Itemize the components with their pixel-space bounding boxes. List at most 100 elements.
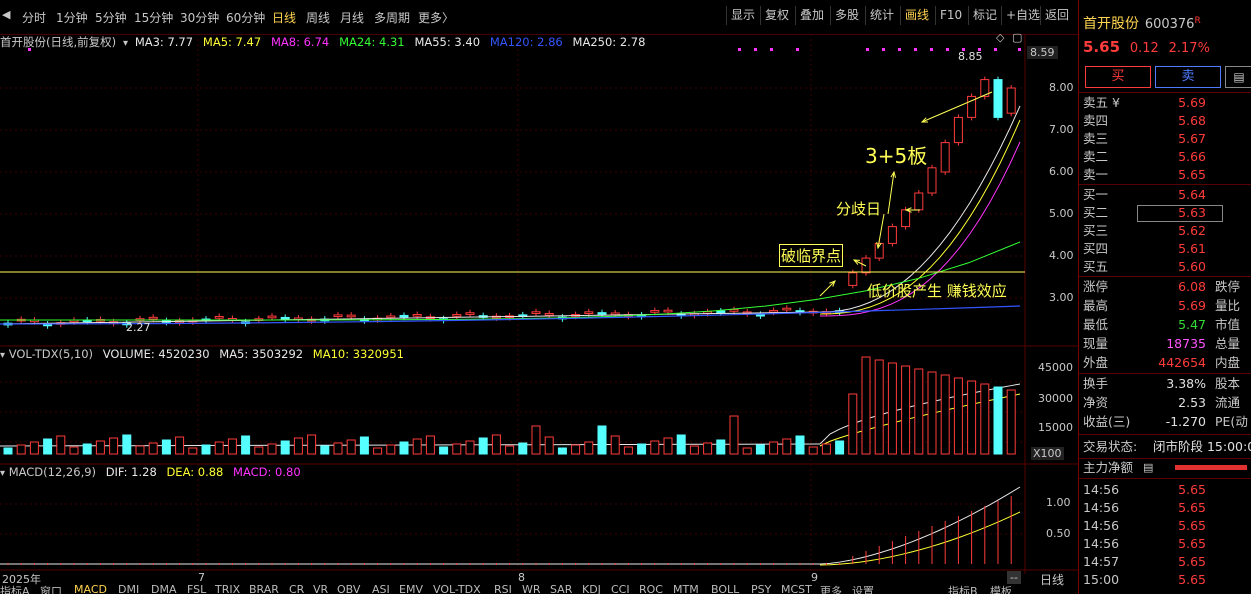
chevron-down-icon[interactable]: ▾ <box>123 38 128 49</box>
trade-status-row: 交易状态: 闭市阶段 15:00:0 <box>1083 438 1251 456</box>
period-tab[interactable]: 30分钟 <box>180 9 219 26</box>
volume-bar <box>953 377 963 455</box>
stat-row: 外盘 442654 内盘 <box>1083 354 1251 372</box>
indicator-tab[interactable]: BRAR <box>249 585 279 594</box>
toolbar-button[interactable]: 显示 <box>726 6 759 25</box>
volume-bar <box>861 356 871 455</box>
toolbar-button[interactable]: 返回 <box>1040 6 1073 25</box>
scroll-handle[interactable]: -- <box>1007 571 1021 584</box>
tick-row: 14:56 5.65 <box>1083 481 1251 499</box>
bid-row[interactable]: 买四 5.61 <box>1083 240 1251 258</box>
indicator-tab[interactable]: VR <box>313 585 328 594</box>
list-icon[interactable]: ▤ <box>1143 459 1153 477</box>
indicator-tab[interactable]: OBV <box>337 585 360 594</box>
time-axis-label: 8 <box>518 571 525 584</box>
bid-row[interactable]: 买五 5.60 <box>1083 258 1251 276</box>
volume-bar <box>69 446 79 455</box>
annotation-low-price-effect: 低价股产生 赚钱效应 <box>867 282 1007 300</box>
period-tab[interactable]: 更多〉 <box>418 9 454 26</box>
signal-dot <box>930 48 933 51</box>
indicator-tab[interactable]: DMA <box>151 585 177 594</box>
price-axis-label: 3.00 <box>1049 291 1074 304</box>
indicator-tab[interactable]: ASI <box>372 585 390 594</box>
indicator-tab[interactable]: 模板 <box>990 585 1012 594</box>
period-tab-active[interactable]: 日线 <box>272 9 296 26</box>
volume-bar <box>557 447 567 455</box>
indicator-tab[interactable]: 设置 <box>852 585 874 594</box>
toolbar-button[interactable]: 多股 <box>830 6 863 25</box>
indicator-tab[interactable]: MTM <box>673 585 699 594</box>
toolbar-button[interactable]: 标记 <box>968 6 1001 25</box>
volume-bar <box>3 447 13 455</box>
toolbar-button[interactable]: 叠加 <box>795 6 828 25</box>
tick-time: 14:56 <box>1083 500 1120 515</box>
indicator-tab[interactable]: PSY <box>751 585 771 594</box>
indicator-tab[interactable]: DMI <box>118 585 139 594</box>
volume-bar <box>795 435 805 455</box>
chevron-down-icon[interactable]: ▾ <box>0 350 5 361</box>
indicator-tab[interactable]: SAR <box>550 585 572 594</box>
period-tab[interactable]: 1分钟 <box>56 9 88 26</box>
price-axis-top: 8.59 <box>1027 46 1058 59</box>
indicator-tab[interactable]: TRIX <box>215 585 240 594</box>
bid-row[interactable]: 买三 5.62 <box>1083 222 1251 240</box>
indicator-tab[interactable]: ROC <box>639 585 663 594</box>
chart-area[interactable]: 首开股份(日线,前复权) ▾ MA3: 7.77 MA5: 7.47 MA8: … <box>0 31 1078 594</box>
tick-price: 5.65 <box>1178 518 1206 533</box>
window-icon[interactable]: ▢ <box>1012 31 1022 44</box>
menu-toggle-icon[interactable]: ◀ <box>2 8 10 21</box>
price-header: 5.65 0.12 2.17% <box>1083 38 1210 56</box>
indicator-tab-active[interactable]: MACD <box>74 585 107 594</box>
chevron-down-icon[interactable]: ▾ <box>0 468 5 479</box>
volume-bar <box>491 434 501 455</box>
indicator-tab[interactable]: CCI <box>611 585 630 594</box>
indicator-tab[interactable]: 指标B <box>948 585 978 594</box>
main-force-row[interactable]: 主力净额 ▤ <box>1083 459 1251 477</box>
bid-row[interactable]: 买一 5.64 <box>1083 186 1251 204</box>
stat-row: 现量 18735 总量 <box>1083 335 1251 353</box>
toolbar-button[interactable]: 统计 <box>865 6 898 25</box>
toolbar-button[interactable]: 复权 <box>760 6 793 25</box>
divider <box>1079 373 1251 374</box>
indicator-tab[interactable]: 更多 <box>820 585 842 594</box>
ask-row[interactable]: 卖三 5.67 <box>1083 130 1251 148</box>
buy-button[interactable]: 买 <box>1085 66 1151 88</box>
more-icon[interactable]: ▤ <box>1225 66 1251 88</box>
indicator-tab[interactable]: 窗口 <box>40 585 62 594</box>
indicator-tab[interactable]: CR <box>289 585 304 594</box>
indicator-tab[interactable]: MCST <box>781 585 812 594</box>
period-tab[interactable]: 周线 <box>306 9 330 26</box>
ask-row[interactable]: 卖二 5.66 <box>1083 148 1251 166</box>
period-tab[interactable]: 15分钟 <box>134 9 173 26</box>
candle-body <box>333 314 343 318</box>
indicator-tab[interactable]: EMV <box>399 585 423 594</box>
toolbar-button-active[interactable]: 画线 <box>900 6 933 25</box>
macd-value: MACD: 0.80 <box>233 465 301 479</box>
period-tab[interactable]: 60分钟 <box>226 9 265 26</box>
indicator-tab[interactable]: KDJ <box>582 585 601 594</box>
indicator-tab[interactable]: 指标A <box>0 585 30 594</box>
ask-row[interactable]: 卖五 ¥ 5.69 <box>1083 94 1251 112</box>
stat-label: 最低 <box>1083 317 1109 332</box>
bid-row[interactable]: 买二 5.63 <box>1083 204 1251 222</box>
indicator-tab[interactable]: BOLL <box>711 585 739 594</box>
period-tab[interactable]: 多周期 <box>374 9 410 26</box>
toolbar-button[interactable]: F10 <box>935 6 966 25</box>
kline-chart[interactable] <box>0 33 1078 585</box>
sell-button[interactable]: 卖 <box>1155 66 1221 88</box>
volume-bar <box>821 443 831 455</box>
indicator-tab[interactable]: FSL <box>187 585 206 594</box>
toolbar-button[interactable]: +自选 <box>1001 6 1044 25</box>
ask-row[interactable]: 卖一 5.65 <box>1083 166 1251 184</box>
period-tab[interactable]: 月线 <box>340 9 364 26</box>
period-tab[interactable]: 分时 <box>22 9 46 26</box>
bid-price: 5.62 <box>1178 223 1206 238</box>
diamond-icon[interactable]: ◇ <box>996 31 1004 44</box>
period-tab[interactable]: 5分钟 <box>95 9 127 26</box>
ask-row[interactable]: 卖四 5.68 <box>1083 112 1251 130</box>
indicator-tab[interactable]: RSI <box>494 585 512 594</box>
volume-bar <box>584 441 594 455</box>
indicator-tab[interactable]: VOL-TDX <box>433 585 481 594</box>
indicator-tab[interactable]: WR <box>522 585 541 594</box>
candle-body <box>887 226 897 244</box>
